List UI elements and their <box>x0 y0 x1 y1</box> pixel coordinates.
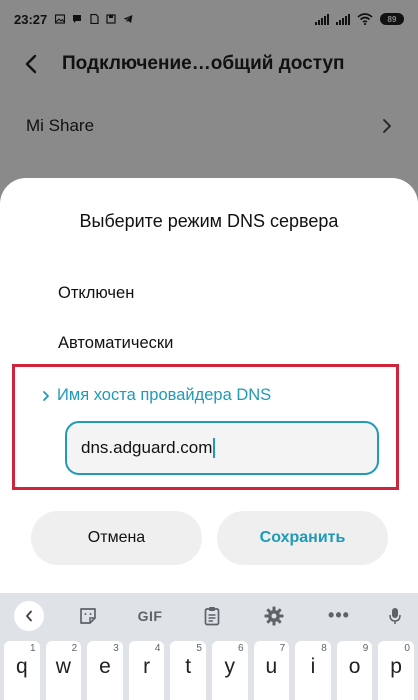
key-label: e <box>99 655 111 678</box>
soft-keyboard: GIF ••• 1q2w3e4r5t6y7u8i9o0p <box>0 593 418 700</box>
back-button[interactable] <box>0 40 62 88</box>
signal-icon <box>315 13 329 25</box>
more-icon: ••• <box>328 605 350 625</box>
key-label: p <box>390 655 402 678</box>
key-label: t <box>185 655 192 678</box>
top-app-bar: Подключение…общий доступ <box>0 40 418 88</box>
key-label: w <box>55 655 71 678</box>
wifi-icon <box>357 13 373 25</box>
key-hint: 9 <box>362 643 369 654</box>
key-label: o <box>348 655 361 678</box>
key-p[interactable]: 0p <box>378 641 414 700</box>
keyboard-row-top: 1q2w3e4r5t6y7u8i9o0p <box>4 641 414 700</box>
key-hint: 5 <box>196 643 202 654</box>
key-hint: 6 <box>238 643 244 654</box>
sticker-icon <box>80 607 96 624</box>
keyboard-back-button[interactable] <box>0 593 58 638</box>
cancel-button[interactable]: Отмена <box>31 511 202 565</box>
key-hint: 4 <box>154 643 161 654</box>
key-label: u <box>265 655 278 678</box>
sticker-button[interactable] <box>58 593 118 638</box>
key-label: i <box>310 655 316 678</box>
keyboard-toolbar: GIF ••• <box>0 593 418 638</box>
page-title: Подключение…общий доступ <box>62 53 345 74</box>
dns-mode-dialog: Выберите режим DNS сервера Отключен Авто… <box>0 178 418 598</box>
save-icon <box>106 14 116 24</box>
option-disabled[interactable]: Отключен <box>58 284 134 303</box>
battery-icon: 89 <box>380 13 404 25</box>
key-o[interactable]: 9o <box>336 641 373 700</box>
save-button[interactable]: Сохранить <box>217 511 388 565</box>
option-automatic[interactable]: Автоматически <box>58 334 173 353</box>
key-i[interactable]: 8i <box>295 641 331 700</box>
highlight-annotation <box>12 364 399 490</box>
gif-button[interactable]: GIF <box>118 593 182 638</box>
settings-button[interactable] <box>242 593 306 638</box>
status-right: 89 <box>315 13 404 25</box>
key-t[interactable]: 5t <box>170 641 206 700</box>
telegram-icon <box>123 15 133 23</box>
clipboard-button[interactable] <box>182 593 242 638</box>
key-hint: 7 <box>279 643 286 654</box>
key-q[interactable]: 1q <box>4 641 40 700</box>
chevron-left-icon <box>25 54 37 74</box>
sim-icon <box>90 14 99 24</box>
key-hint: 1 <box>30 643 36 654</box>
key-hint: 2 <box>71 643 78 654</box>
key-hint: 8 <box>321 643 327 654</box>
image-icon <box>55 14 66 24</box>
key-y[interactable]: 6y <box>211 641 248 700</box>
dialog-title: Выберите режим DNS сервера <box>79 211 339 231</box>
list-item-label: Mi Share <box>26 116 95 135</box>
status-bar: 23:27 89 <box>0 0 418 38</box>
microphone-button[interactable] <box>372 593 418 638</box>
key-r[interactable]: 4r <box>128 641 165 700</box>
list-item-mi-share[interactable]: Mi Share <box>0 104 418 148</box>
signal-icon <box>336 13 350 25</box>
microphone-icon <box>389 607 401 624</box>
chevron-left-icon <box>14 600 44 631</box>
status-time: 23:27 <box>14 11 48 27</box>
more-button[interactable]: ••• <box>306 593 372 638</box>
message-icon <box>73 15 82 23</box>
chevron-right-icon <box>383 119 391 133</box>
key-label: r <box>143 655 151 678</box>
key-label: y <box>224 655 236 678</box>
clipboard-icon <box>204 606 220 625</box>
key-hint: 0 <box>404 643 410 654</box>
notification-icons <box>55 14 133 24</box>
gear-icon <box>264 606 284 625</box>
key-hint: 3 <box>113 643 119 654</box>
key-label: q <box>15 655 28 678</box>
key-w[interactable]: 2w <box>45 641 82 700</box>
key-u[interactable]: 7u <box>253 641 290 700</box>
key-e[interactable]: 3e <box>87 641 123 700</box>
